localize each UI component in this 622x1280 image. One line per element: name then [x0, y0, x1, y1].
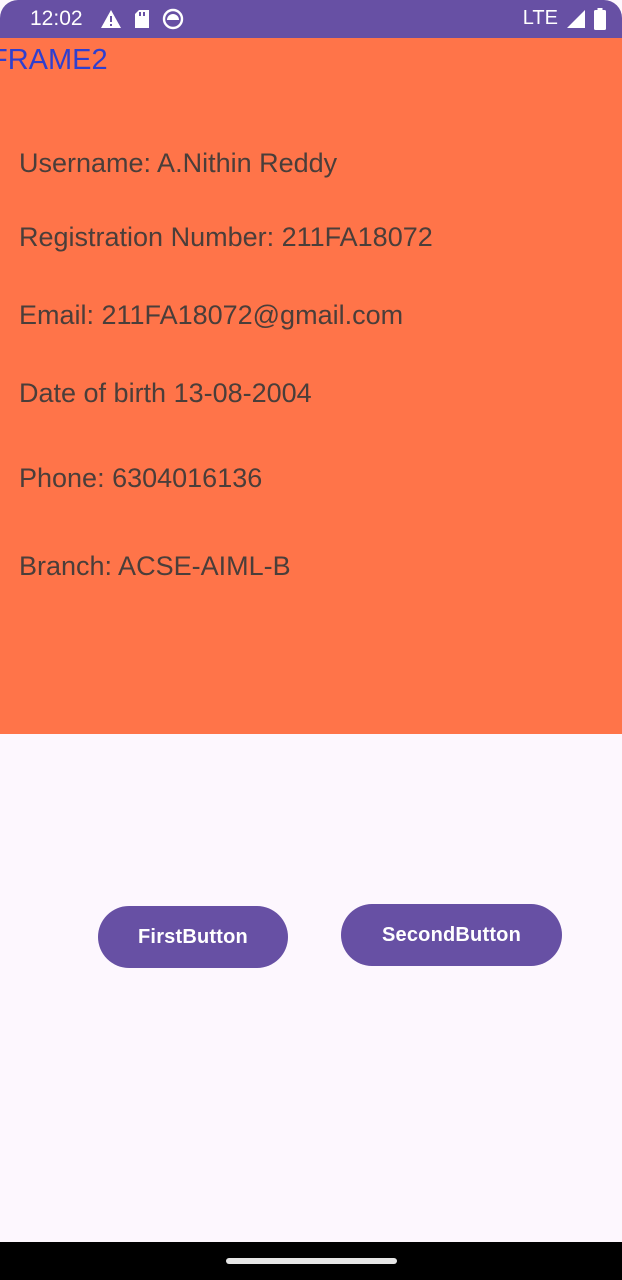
status-time: 12:02 — [30, 7, 83, 30]
signal-icon — [566, 9, 586, 29]
notification-icons — [100, 8, 184, 30]
first-button[interactable]: FirstButton — [98, 906, 288, 968]
branch-text: Branch: ACSE-AIML-B — [19, 551, 291, 581]
status-right: LTE — [523, 7, 606, 30]
warning-icon — [100, 9, 122, 29]
email-text: Email: 211FA18072@gmail.com — [19, 300, 404, 330]
frame-title: FRAME2 — [0, 44, 108, 76]
sd-card-icon — [134, 9, 150, 29]
android-head-icon — [162, 8, 184, 30]
registration-text: Registration Number: 211FA18072 — [19, 222, 433, 252]
battery-icon — [594, 7, 606, 30]
phone-text: Phone: 6304016136 — [19, 463, 263, 493]
dob-text: Date of birth 13-08-2004 — [19, 378, 312, 408]
navigation-bar — [0, 1242, 622, 1280]
status-bar: 12:02 LTE — [0, 0, 622, 38]
home-handle[interactable] — [226, 1258, 397, 1264]
username-text: Username: A.Nithin Reddy — [19, 148, 338, 178]
info-frame: FRAME2 Username: A.Nithin Reddy Registra… — [0, 38, 622, 734]
second-button[interactable]: SecondButton — [341, 904, 562, 966]
network-type: LTE — [522, 7, 558, 29]
